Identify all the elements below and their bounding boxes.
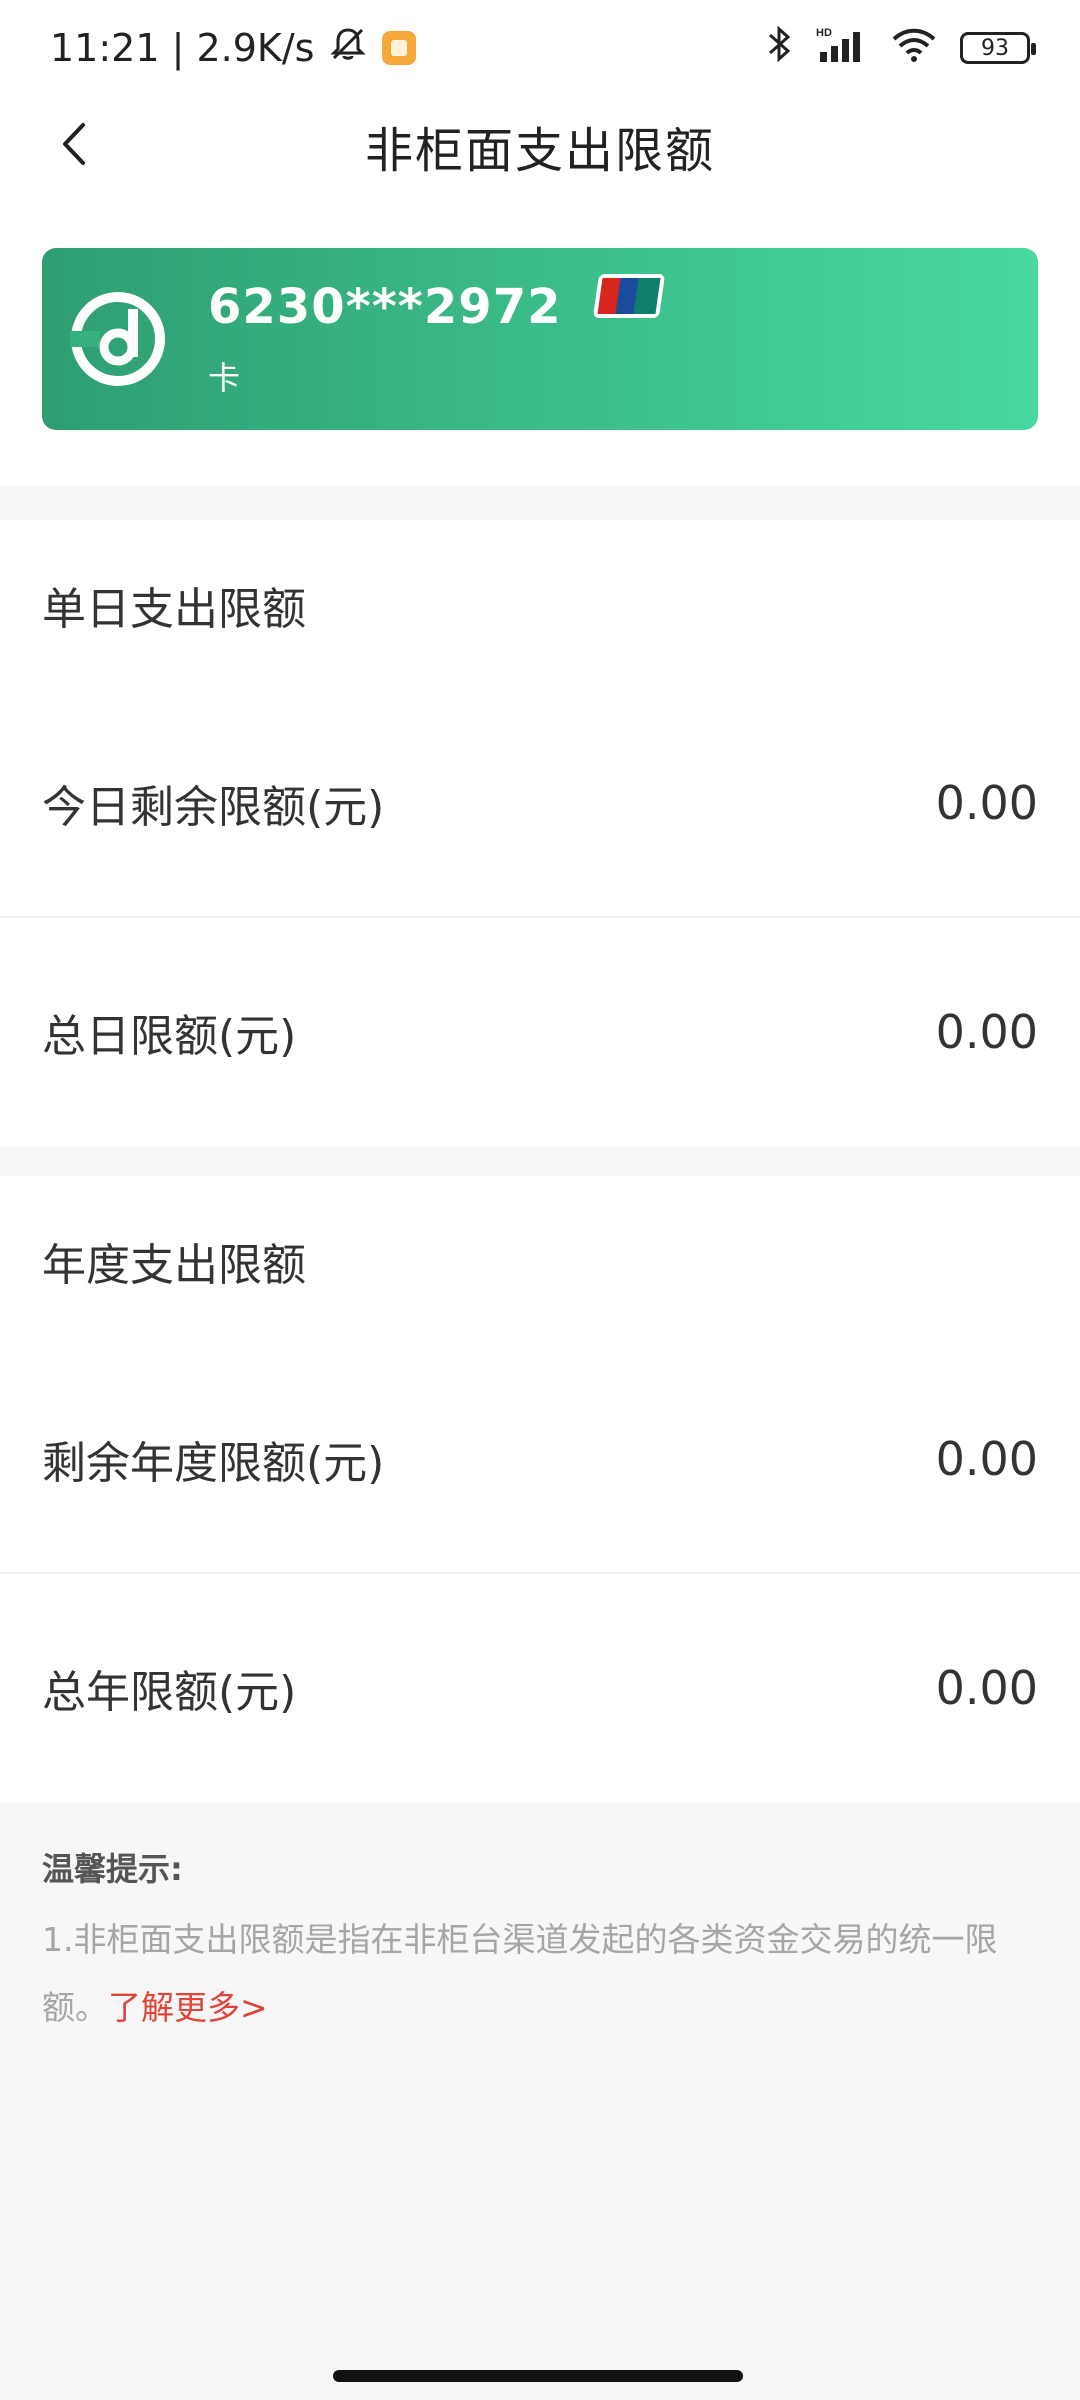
annual-limit-header: 年度支出限额 bbox=[42, 1240, 306, 1291]
daily-total-label: 总日限额(元) bbox=[42, 1011, 297, 1062]
wifi-icon bbox=[890, 24, 938, 73]
page-title: 非柜面支出限额 bbox=[364, 123, 715, 179]
annual-total-label: 总年限额(元) bbox=[42, 1667, 297, 1718]
nav-bar: 非柜面支出限额 bbox=[0, 96, 1080, 196]
home-indicator[interactable] bbox=[333, 2370, 743, 2382]
screen: 11:21 | 2.9K/s HD 93 非柜面支出限额 6230***2972… bbox=[0, 0, 1080, 2400]
card-area: 6230***2972 卡 bbox=[0, 196, 1080, 486]
tips-text-block: 1.非柜面支出限额是指在非柜台渠道发起的各类资金交易的统一限额。了解更多> bbox=[42, 1906, 1038, 2042]
battery-icon: 93 bbox=[960, 32, 1036, 64]
daily-limit-section: 单日支出限额 今日剩余限额(元) 0.00 总日限额(元) 0.00 bbox=[0, 520, 1080, 1146]
daily-limit-header: 单日支出限额 bbox=[42, 584, 306, 635]
annual-remaining-label: 剩余年度限额(元) bbox=[42, 1438, 385, 1489]
annual-remaining-row: 剩余年度限额(元) 0.00 bbox=[0, 1346, 1080, 1574]
daily-remaining-label: 今日剩余限额(元) bbox=[42, 782, 385, 833]
tips-title: 温馨提示: bbox=[42, 1850, 183, 1888]
app-notification-icon bbox=[382, 31, 417, 65]
annual-total-row: 总年限额(元) 0.00 bbox=[0, 1574, 1080, 1802]
annual-limit-section: 年度支出限额 剩余年度限额(元) 0.00 总年限额(元) 0.00 bbox=[0, 1176, 1080, 1802]
back-button[interactable] bbox=[44, 116, 104, 176]
chevron-left-icon bbox=[57, 119, 91, 173]
status-bar: 11:21 | 2.9K/s HD 93 bbox=[0, 0, 1080, 96]
unionpay-green-stripe bbox=[632, 278, 661, 314]
daily-remaining-value: 0.00 bbox=[935, 776, 1038, 830]
svg-text:HD: HD bbox=[816, 27, 832, 39]
annual-remaining-value: 0.00 bbox=[935, 1432, 1038, 1486]
learn-more-link[interactable]: 了解更多> bbox=[108, 1988, 268, 2027]
status-right: HD 93 bbox=[764, 24, 1036, 73]
bank-logo-icon bbox=[70, 291, 166, 387]
mute-bell-icon bbox=[328, 24, 368, 73]
daily-total-value: 0.00 bbox=[935, 1005, 1038, 1059]
annual-total-value: 0.00 bbox=[935, 1661, 1038, 1715]
status-left: 11:21 | 2.9K/s bbox=[50, 24, 417, 73]
battery-level: 93 bbox=[981, 35, 1009, 61]
daily-remaining-row: 今日剩余限额(元) 0.00 bbox=[0, 690, 1080, 918]
tips-section: 温馨提示: 1.非柜面支出限额是指在非柜台渠道发起的各类资金交易的统一限额。了解… bbox=[0, 1800, 1080, 2042]
card-text: 6230***2972 卡 bbox=[208, 274, 665, 399]
bluetooth-icon bbox=[764, 24, 794, 73]
signal-icon: HD bbox=[816, 24, 868, 73]
card-type: 卡 bbox=[208, 359, 241, 397]
unionpay-icon bbox=[592, 274, 665, 318]
bank-card: 6230***2972 卡 bbox=[42, 248, 1038, 430]
card-number-row: 6230***2972 bbox=[208, 274, 665, 335]
status-time-speed: 11:21 | 2.9K/s bbox=[50, 26, 315, 70]
card-number: 6230***2972 bbox=[208, 279, 562, 335]
daily-total-row: 总日限额(元) 0.00 bbox=[0, 918, 1080, 1146]
